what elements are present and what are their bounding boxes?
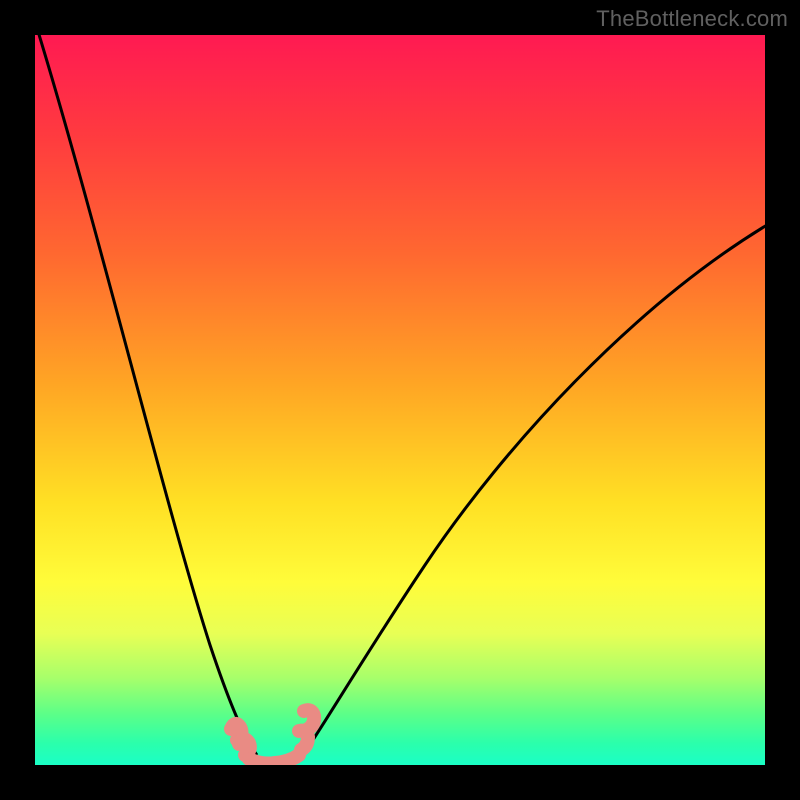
outer-frame: TheBottleneck.com xyxy=(0,0,800,800)
curve-left-branch xyxy=(35,35,257,755)
chart-svg xyxy=(35,35,765,765)
watermark-text: TheBottleneck.com xyxy=(596,6,788,32)
curve-right-branch xyxy=(303,225,765,755)
chart-plot-area xyxy=(35,35,765,765)
valley-marker xyxy=(231,710,314,763)
